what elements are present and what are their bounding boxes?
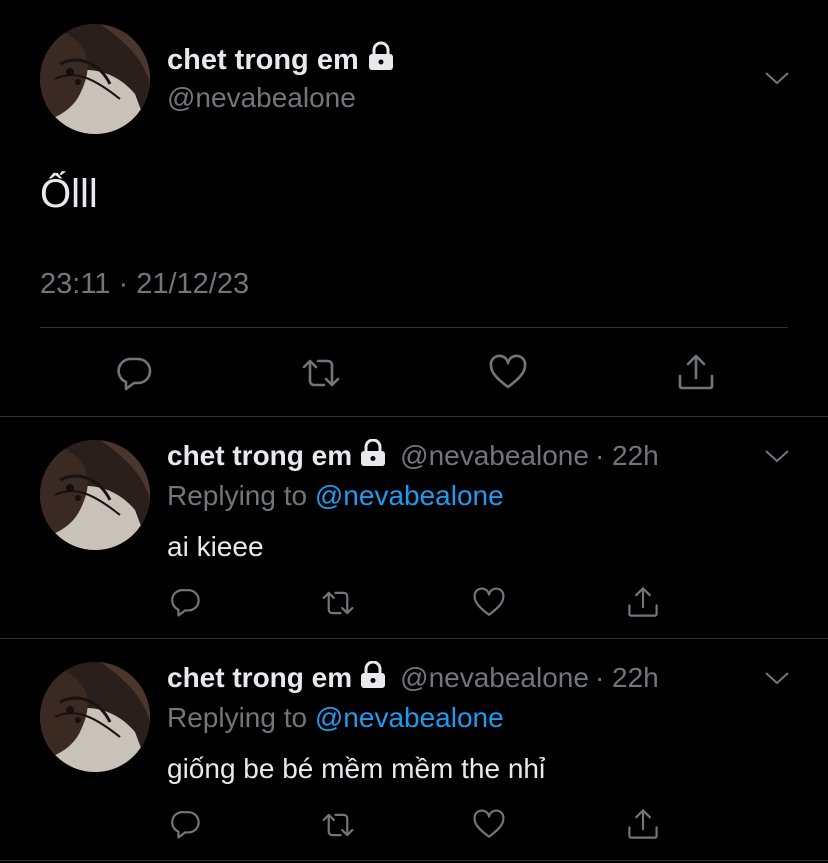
like-button[interactable]: [472, 587, 506, 619]
heart-icon: [473, 809, 505, 838]
lock-icon: [367, 41, 395, 79]
avatar-image: [40, 24, 150, 134]
retweet-icon: [302, 359, 340, 387]
lock-icon: [360, 438, 386, 474]
retweet-button[interactable]: [320, 587, 356, 619]
handle[interactable]: @nevabealone: [400, 440, 589, 472]
chevron-down-icon[interactable]: [764, 448, 790, 464]
chevron-down-icon[interactable]: [764, 70, 790, 86]
reply-text: giống be bé mềm mềm the nhỉ: [167, 753, 546, 784]
avatar[interactable]: [40, 24, 150, 134]
retweet-icon: [322, 591, 354, 615]
divider: [0, 638, 828, 639]
share-button[interactable]: [626, 585, 660, 619]
replying-to: Replying to @nevabealone: [167, 480, 504, 512]
reply-header: chet trong em @nevabealone · 22h: [167, 660, 659, 696]
heart-icon: [489, 354, 527, 389]
like-button[interactable]: [488, 354, 528, 392]
avatar-image: [40, 662, 150, 772]
share-button[interactable]: [626, 807, 660, 841]
reply-time[interactable]: · 22h: [595, 662, 659, 694]
reply-icon: [171, 811, 200, 839]
reply-icon: [171, 589, 200, 617]
share-button[interactable]: [676, 352, 716, 392]
reply-icon: [117, 357, 152, 391]
avatar[interactable]: [40, 440, 150, 550]
replying-to: Replying to @nevabealone: [167, 702, 504, 734]
share-icon: [628, 809, 658, 839]
divider: [0, 860, 828, 861]
avatar-image: [40, 440, 150, 550]
display-name[interactable]: chet trong em: [167, 440, 352, 472]
like-button[interactable]: [472, 809, 506, 841]
reply-button[interactable]: [170, 586, 202, 618]
share-icon: [678, 354, 714, 390]
retweet-button[interactable]: [300, 354, 342, 392]
timestamp[interactable]: 23:11 · 21/12/23: [40, 268, 249, 301]
handle[interactable]: @nevabealone: [400, 662, 589, 694]
reply-button[interactable]: [116, 354, 154, 392]
reply-time[interactable]: · 22h: [595, 440, 659, 472]
avatar[interactable]: [40, 662, 150, 772]
display-name[interactable]: chet trong em: [167, 662, 352, 694]
heart-icon: [473, 587, 505, 616]
reply-text: ai kieee: [167, 531, 264, 562]
chevron-down-icon[interactable]: [764, 670, 790, 686]
replying-to-link[interactable]: @nevabealone: [315, 480, 504, 511]
display-name[interactable]: chet trong em: [167, 41, 395, 79]
divider: [40, 327, 788, 328]
display-name-text[interactable]: chet trong em: [167, 44, 359, 77]
replying-to-label: Replying to: [167, 702, 308, 733]
handle[interactable]: @nevabealone: [167, 82, 356, 114]
share-icon: [628, 587, 658, 617]
reply-header: chet trong em @nevabealone · 22h: [167, 438, 659, 474]
retweet-icon: [322, 813, 354, 837]
divider: [0, 416, 828, 417]
lock-icon: [360, 660, 386, 696]
tweet-text: Ốlll: [40, 172, 98, 216]
replying-to-link[interactable]: @nevabealone: [315, 702, 504, 733]
retweet-button[interactable]: [320, 809, 356, 841]
reply-button[interactable]: [170, 808, 202, 840]
replying-to-label: Replying to: [167, 480, 308, 511]
